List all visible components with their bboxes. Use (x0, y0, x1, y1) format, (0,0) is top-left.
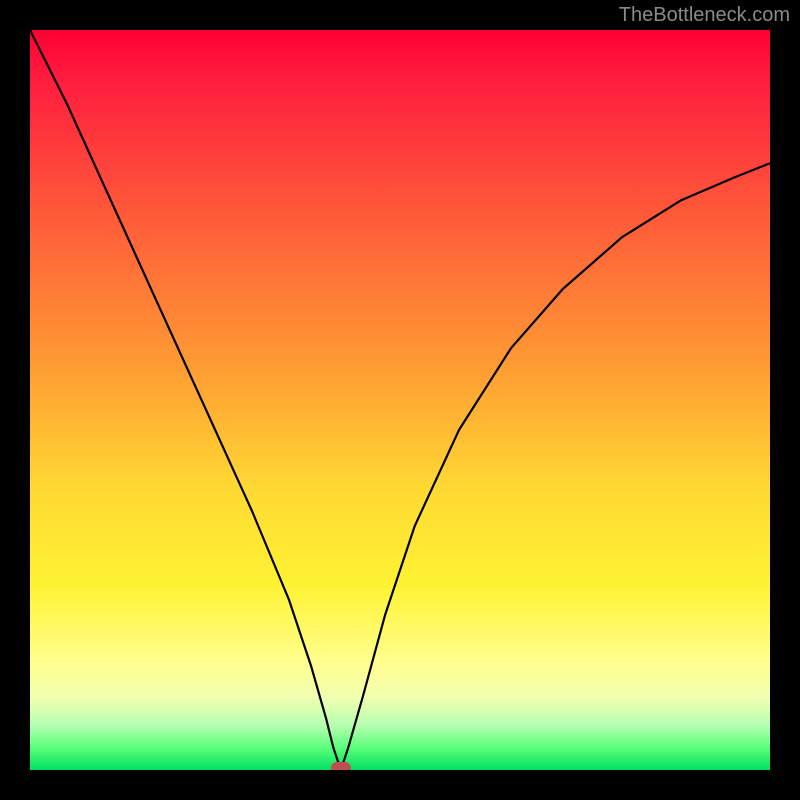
optimum-marker (331, 762, 351, 770)
bottleneck-curve (30, 30, 770, 770)
watermark-text: TheBottleneck.com (619, 4, 790, 27)
curve-svg (30, 30, 770, 770)
chart-frame: TheBottleneck.com (0, 0, 800, 800)
plot-area (30, 30, 770, 770)
